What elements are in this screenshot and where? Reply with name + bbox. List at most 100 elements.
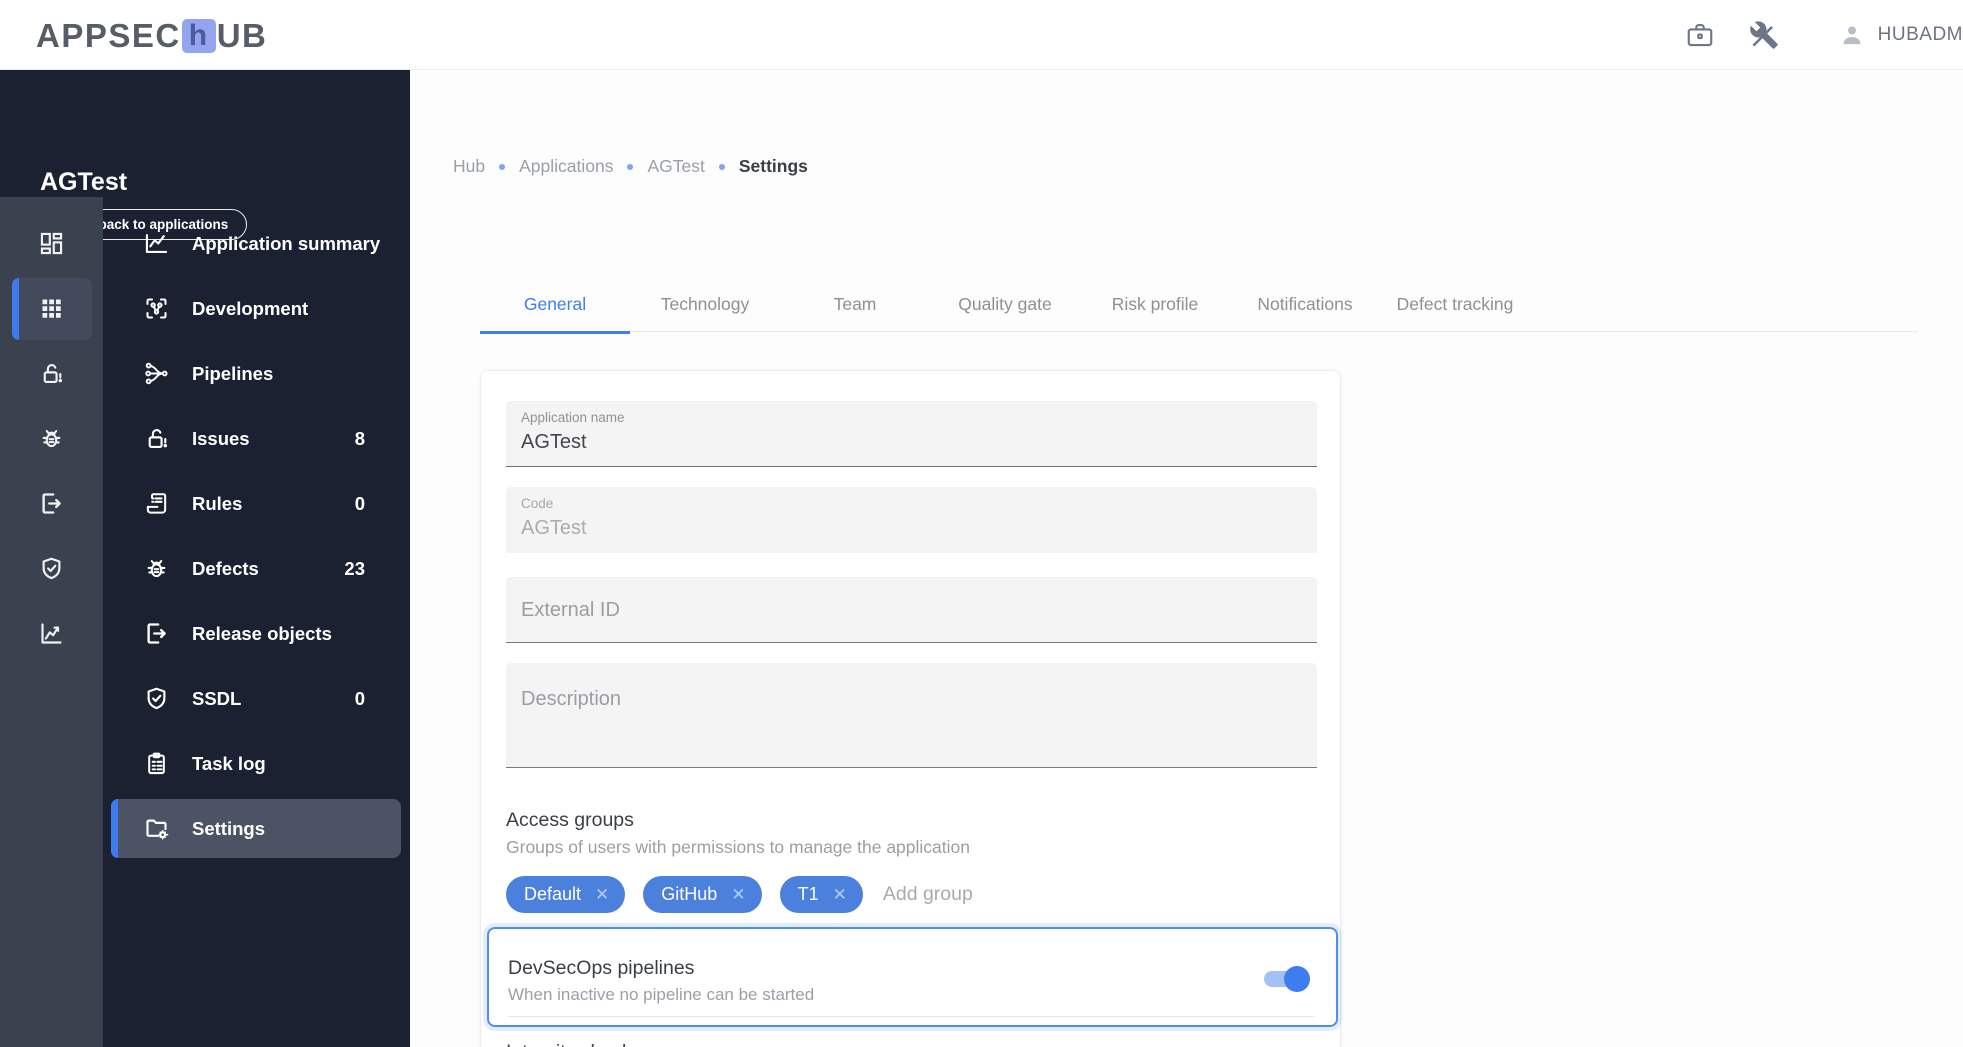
description-field[interactable]: Description bbox=[506, 663, 1317, 768]
remove-chip-icon[interactable] bbox=[595, 885, 609, 905]
exit-arrow-icon bbox=[143, 620, 170, 647]
rail-item-statistics[interactable] bbox=[0, 601, 103, 666]
devsecops-row: DevSecOps pipelines When inactive no pip… bbox=[487, 927, 1338, 1027]
breadcrumb-applications[interactable]: Applications bbox=[519, 156, 613, 177]
dashboard-icon bbox=[38, 230, 65, 257]
general-settings-card: Application name AGTest Code AGTest Exte… bbox=[480, 370, 1341, 1047]
sidebar-item-pipelines[interactable]: Pipelines bbox=[103, 341, 410, 406]
settings-active-bar bbox=[111, 799, 118, 858]
access-groups-chips: Default GitHub T1 Add group bbox=[506, 876, 973, 913]
sidebar-item-label: Issues bbox=[192, 427, 250, 449]
sidebar-item-label: Task log bbox=[192, 752, 266, 774]
briefcase-icon[interactable] bbox=[1685, 20, 1715, 50]
issues-count-badge: 8 bbox=[354, 427, 365, 449]
logo-h-icon: h bbox=[181, 19, 216, 53]
remove-chip-icon[interactable] bbox=[731, 885, 745, 905]
sidebar-item-label: Release objects bbox=[192, 622, 332, 644]
app-screen: APPSEC h UB HUBADM AGTest Go back to app… bbox=[0, 0, 1963, 1047]
sidebar-item-label: SSDL bbox=[192, 687, 242, 709]
devsecops-toggle[interactable] bbox=[1264, 966, 1310, 992]
sidebar-item-label: Defects bbox=[192, 557, 259, 579]
chip-github[interactable]: GitHub bbox=[643, 876, 762, 913]
external-id-field[interactable]: External ID bbox=[506, 577, 1317, 643]
icon-rail bbox=[0, 197, 103, 1047]
sidebar-item-rules[interactable]: Rules 0 bbox=[103, 471, 410, 536]
rail-active-bar bbox=[12, 278, 19, 340]
breadcrumb-agtest[interactable]: AGTest bbox=[647, 156, 704, 177]
tab-defect-tracking[interactable]: Defect tracking bbox=[1380, 277, 1530, 332]
pipelines-icon bbox=[143, 360, 170, 387]
rail-item-defects[interactable] bbox=[0, 406, 103, 471]
chart-axes-icon bbox=[38, 620, 65, 647]
remove-chip-icon[interactable] bbox=[833, 885, 847, 905]
add-group-input[interactable]: Add group bbox=[883, 883, 973, 906]
sidebar-item-task-log[interactable]: Task log bbox=[103, 731, 410, 796]
sidebar-item-application-summary[interactable]: Application summary bbox=[103, 211, 410, 276]
tab-notifications[interactable]: Notifications bbox=[1230, 277, 1380, 332]
sidebar-item-label: Development bbox=[192, 297, 309, 319]
application-name-value: AGTest bbox=[521, 431, 587, 453]
code-value: AGTest bbox=[521, 517, 587, 539]
chip-label: T1 bbox=[797, 884, 819, 904]
logo-text-left: APPSEC bbox=[36, 17, 181, 54]
application-name-field[interactable]: Application name AGTest bbox=[506, 401, 1317, 467]
sidebar-item-release-objects[interactable]: Release objects bbox=[103, 601, 410, 666]
sidebar-item-label: Settings bbox=[192, 817, 265, 839]
app-title: AGTest bbox=[40, 168, 128, 196]
code-label: Code bbox=[521, 496, 554, 511]
breadcrumb-settings: Settings bbox=[738, 156, 808, 176]
sidebar: AGTest Go back to applications Applicati… bbox=[0, 70, 410, 1047]
lock-alert-icon bbox=[38, 360, 65, 387]
settings-folder-icon bbox=[143, 815, 170, 842]
sidebar-item-issues[interactable]: Issues 8 bbox=[103, 406, 410, 471]
exit-arrow-icon bbox=[38, 490, 65, 517]
development-icon bbox=[143, 295, 170, 322]
chip-default[interactable]: Default bbox=[506, 876, 626, 913]
sidebar-item-ssdl[interactable]: SSDL 0 bbox=[103, 666, 410, 731]
sidebar-item-settings[interactable]: Settings bbox=[103, 796, 410, 861]
breadcrumb-dot bbox=[627, 163, 634, 170]
tab-risk-profile[interactable]: Risk profile bbox=[1080, 277, 1230, 332]
logo-text-right: UB bbox=[216, 17, 268, 54]
person-icon bbox=[1839, 22, 1865, 48]
rail-item-ssdl[interactable] bbox=[0, 536, 103, 601]
sidebar-item-development[interactable]: Development bbox=[103, 276, 410, 341]
row-divider bbox=[508, 1016, 1315, 1017]
breadcrumb: Hub Applications AGTest Settings bbox=[453, 156, 808, 177]
tab-team[interactable]: Team bbox=[780, 277, 930, 332]
shield-check-icon bbox=[143, 685, 170, 712]
sidebar-item-defects[interactable]: Defects 23 bbox=[103, 536, 410, 601]
rail-item-applications[interactable] bbox=[0, 276, 103, 341]
access-groups-title: Access groups bbox=[506, 809, 634, 831]
ssdl-count-badge: 0 bbox=[354, 687, 365, 709]
devsecops-subtitle: When inactive no pipeline can be started bbox=[508, 985, 815, 1004]
tab-quality-gate[interactable]: Quality gate bbox=[930, 277, 1080, 332]
breadcrumb-hub[interactable]: Hub bbox=[453, 156, 485, 177]
toggle-thumb bbox=[1284, 966, 1310, 992]
rail-item-release[interactable] bbox=[0, 471, 103, 536]
sidebar-item-label: Rules bbox=[192, 492, 243, 514]
user-name: HUBADM bbox=[1877, 24, 1963, 45]
rules-count-badge: 0 bbox=[354, 492, 365, 514]
appsechub-logo[interactable]: APPSEC h UB bbox=[36, 17, 267, 55]
sidebar-item-label: Pipelines bbox=[192, 362, 274, 384]
user-menu[interactable]: HUBADM bbox=[1839, 22, 1963, 48]
grid-icon bbox=[38, 295, 65, 322]
tab-technology[interactable]: Technology bbox=[630, 277, 780, 332]
rail-item-dashboard[interactable] bbox=[0, 211, 103, 276]
rail-item-issues[interactable] bbox=[0, 341, 103, 406]
description-placeholder: Description bbox=[521, 688, 622, 710]
bug-icon bbox=[38, 425, 65, 452]
chip-label: Default bbox=[524, 884, 582, 904]
rules-icon bbox=[143, 490, 170, 517]
lock-alert-icon bbox=[143, 425, 170, 452]
bug-icon bbox=[143, 555, 170, 582]
chip-t1[interactable]: T1 bbox=[779, 876, 863, 913]
tools-icon[interactable] bbox=[1749, 20, 1779, 50]
tab-general[interactable]: General bbox=[480, 277, 630, 334]
external-id-placeholder: External ID bbox=[521, 599, 620, 621]
breadcrumb-dot bbox=[718, 163, 725, 170]
defects-count-badge: 23 bbox=[344, 557, 365, 579]
top-header: APPSEC h UB HUBADM bbox=[0, 0, 1963, 70]
application-name-label: Application name bbox=[521, 410, 625, 425]
